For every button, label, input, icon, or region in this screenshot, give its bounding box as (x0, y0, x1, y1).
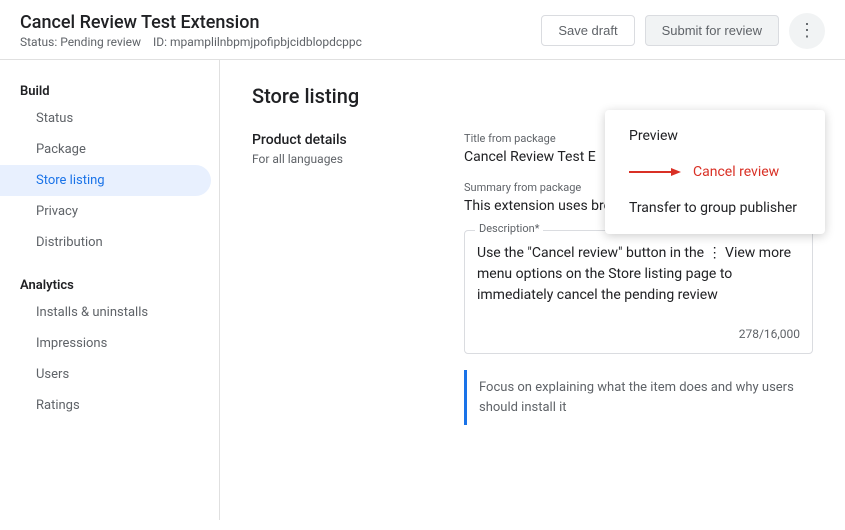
sidebar-analytics-section: Analytics (0, 270, 219, 297)
arrow-icon (629, 165, 681, 179)
sidebar-item-store-listing[interactable]: Store listing (0, 165, 211, 196)
dropdown-preview[interactable]: Preview (605, 118, 825, 154)
sidebar-item-ratings[interactable]: Ratings (0, 390, 219, 421)
more-container: ⋮ (789, 13, 825, 49)
submit-review-button[interactable]: Submit for review (645, 15, 779, 46)
status-line: Status: Pending review ID: mpamplilnbpmj… (20, 35, 362, 49)
header: Cancel Review Test Extension Status: Pen… (0, 0, 845, 60)
description-text[interactable]: Use the "Cancel review" button in the ⋮ … (477, 243, 800, 323)
sidebar-item-installs[interactable]: Installs & uninstalls (0, 297, 219, 328)
char-count: 278/16,000 (477, 327, 800, 341)
hint-box: Focus on explaining what the item does a… (464, 370, 813, 425)
sidebar-item-distribution[interactable]: Distribution (0, 227, 219, 258)
product-details-title: Product details (252, 132, 432, 148)
hint-text: Focus on explaining what the item does a… (479, 380, 794, 415)
main-title: Store listing (252, 84, 813, 108)
dropdown-cancel-review[interactable]: Cancel review (605, 154, 825, 190)
preview-label: Preview (629, 128, 678, 144)
form-left: Product details For all languages (252, 132, 432, 425)
page-title: Cancel Review Test Extension (20, 12, 362, 33)
dropdown-menu: Preview Cancel review Transfer to group … (605, 110, 825, 234)
layout: Build Status Package Store listing Priva… (0, 60, 845, 520)
sidebar-item-users[interactable]: Users (0, 359, 219, 390)
header-right: Save draft Submit for review ⋮ (541, 13, 825, 49)
description-label: Description* (475, 222, 543, 235)
description-box: Description* Use the "Cancel review" but… (464, 230, 813, 354)
sidebar-item-impressions[interactable]: Impressions (0, 328, 219, 359)
sidebar: Build Status Package Store listing Priva… (0, 60, 220, 520)
more-options-button[interactable]: ⋮ (789, 13, 825, 49)
sidebar-item-privacy[interactable]: Privacy (0, 196, 219, 227)
sidebar-build-section: Build (0, 76, 219, 103)
dropdown-transfer[interactable]: Transfer to group publisher (605, 190, 825, 226)
sidebar-item-status[interactable]: Status (0, 103, 219, 134)
more-dots-icon: ⋮ (798, 20, 816, 41)
product-details-subtitle: For all languages (252, 152, 432, 166)
sidebar-item-package[interactable]: Package (0, 134, 219, 165)
red-arrow-svg (629, 165, 681, 179)
main-content: Store listing Product details For all la… (220, 60, 845, 520)
extension-id: ID: mpamplilnbpmjpofipbjcidblopdcppc (153, 35, 362, 49)
save-draft-button[interactable]: Save draft (541, 15, 634, 46)
transfer-label: Transfer to group publisher (629, 200, 797, 216)
cancel-review-label: Cancel review (693, 164, 779, 180)
header-left: Cancel Review Test Extension Status: Pen… (20, 12, 362, 49)
status-text: Status: Pending review (20, 35, 141, 49)
